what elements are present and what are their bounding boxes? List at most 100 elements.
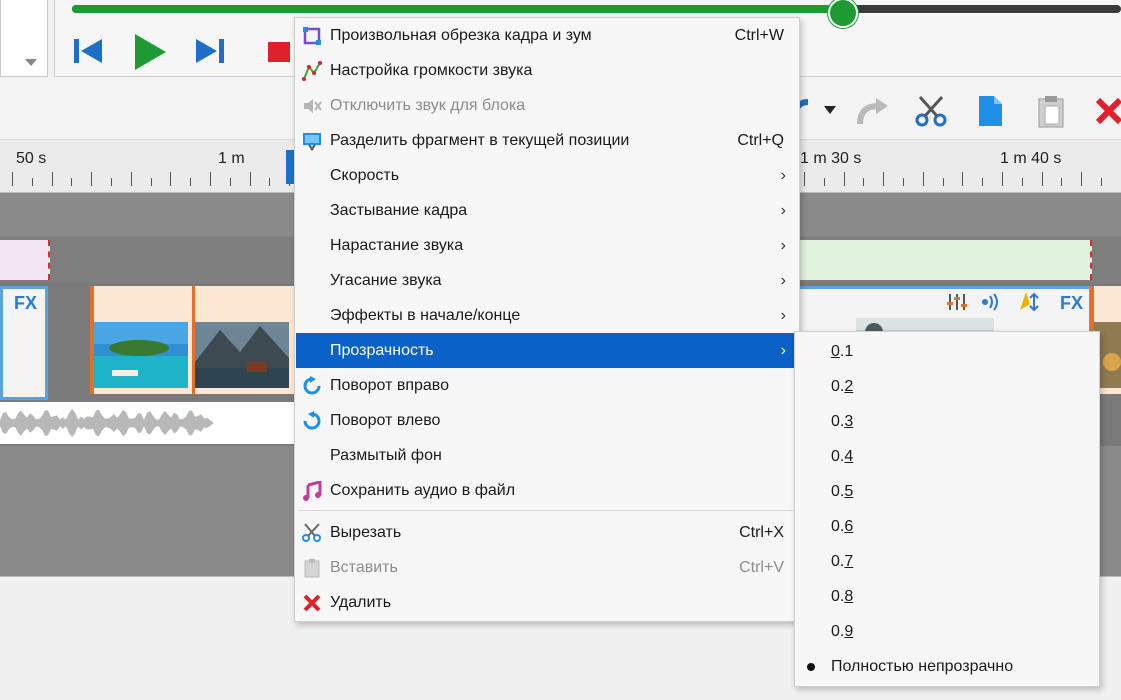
menu-item-freeze-frame[interactable]: Застывание кадра ›	[296, 193, 798, 228]
menu-item-rotate-left[interactable]: Поворот влево	[296, 403, 798, 438]
delete-icon[interactable]	[1094, 96, 1121, 126]
menu-shortcut: Ctrl+V	[739, 559, 784, 576]
menu-item-label: Разделить фрагмент в текущей позиции	[330, 132, 630, 149]
left-dropdown[interactable]	[0, 0, 48, 77]
redo-icon[interactable]	[856, 96, 890, 126]
ruler-tick	[1081, 172, 1083, 186]
menu-item-start-end-effects[interactable]: Эффекты в начале/конце ›	[296, 298, 798, 333]
transparency-submenu: 0.1 0.2 0.3 0.4 0.5 0.6 0.7 0.8 0.9 Полн…	[794, 331, 1100, 687]
audio-waveform-clip[interactable]	[0, 402, 294, 444]
menu-separator	[299, 510, 795, 511]
ruler-tick	[903, 178, 904, 186]
equalizer-icon[interactable]	[946, 292, 968, 312]
previous-frame-icon[interactable]	[72, 36, 106, 66]
chevron-down-icon	[25, 59, 37, 66]
menu-item-label: Настройка громкости звука	[330, 62, 533, 79]
menu-item-save-audio[interactable]: Сохранить аудио в файл	[296, 473, 798, 508]
menu-item-cut[interactable]: Вырезать Ctrl+X	[296, 515, 798, 550]
transparency-option-opaque[interactable]: Полностью непрозрачно	[796, 649, 1098, 684]
ruler-label: 1 m 40 s	[1000, 150, 1062, 167]
transparency-option-0.4[interactable]: 0.4	[796, 439, 1098, 474]
paste-icon[interactable]	[1036, 94, 1066, 128]
transparency-option-0.1[interactable]: 0.1	[796, 334, 1098, 369]
selected-bullet-icon	[807, 663, 815, 671]
menu-item-fade-out[interactable]: Угасание звука ›	[296, 263, 798, 298]
ruler-tick	[804, 172, 805, 186]
ruler-tick	[823, 178, 825, 186]
menu-item-label: Сохранить аудио в файл	[330, 482, 516, 499]
menu-item-label: Скорость	[330, 167, 400, 184]
ruler-label: 1 m	[218, 150, 245, 167]
transparency-option-0.6[interactable]: 0.6	[796, 509, 1098, 544]
ruler-tick	[1041, 172, 1043, 186]
next-frame-icon[interactable]	[192, 36, 226, 66]
menu-item-fade-in[interactable]: Нарастание звука ›	[296, 228, 798, 263]
video-clip[interactable]: FX	[0, 286, 48, 400]
option-label: 0.7	[831, 553, 854, 570]
menu-item-crop-zoom[interactable]: Произвольная обрезка кадра и зум Ctrl+W	[296, 18, 798, 53]
menu-item-label: Застывание кадра	[330, 202, 468, 219]
ruler-tick	[843, 172, 845, 186]
menu-item-blur-background[interactable]: Размытый фон	[296, 438, 798, 473]
menu-item-rotate-right[interactable]: Поворот вправо	[296, 368, 798, 403]
menu-item-label: Вставить	[330, 559, 398, 576]
menu-item-transparency[interactable]: Прозрачность ›	[296, 333, 798, 368]
rotate-right-icon	[303, 376, 321, 395]
menu-item-split[interactable]: Разделить фрагмент в текущей позиции Ctr…	[296, 123, 798, 158]
sound-wave-icon[interactable]	[980, 292, 1002, 312]
submenu-arrow-icon: ›	[780, 237, 786, 254]
play-icon[interactable]	[132, 32, 168, 72]
effects-icon[interactable]	[1016, 290, 1042, 314]
paste-icon	[304, 559, 320, 578]
transparency-option-0.2[interactable]: 0.2	[796, 369, 1098, 404]
thumbnail-mountain-lake	[195, 322, 289, 388]
menu-item-label: Эффекты в начале/конце	[330, 307, 521, 324]
ruler-tick	[249, 172, 251, 186]
menu-item-label: Размытый фон	[330, 447, 442, 464]
playback-progress-fill	[72, 5, 842, 13]
fx-label[interactable]: FX	[14, 293, 37, 314]
audio-clip[interactable]	[0, 240, 50, 280]
option-label: 0.9	[831, 623, 854, 640]
fx-label[interactable]: FX	[1060, 293, 1083, 314]
menu-shortcut: Ctrl+W	[734, 27, 784, 44]
chevron-down-icon[interactable]	[822, 104, 838, 116]
scissors-icon	[302, 523, 321, 542]
transparency-option-0.7[interactable]: 0.7	[796, 544, 1098, 579]
menu-item-delete[interactable]: Удалить	[296, 585, 798, 620]
ruler-tick	[1002, 172, 1003, 186]
menu-item-volume[interactable]: Настройка громкости звука	[296, 53, 798, 88]
ruler-tick	[190, 178, 192, 186]
menu-item-speed[interactable]: Скорость ›	[296, 158, 798, 193]
ruler-tick	[863, 178, 865, 186]
split-icon	[303, 133, 321, 151]
ruler-tick	[982, 178, 984, 186]
ruler-tick	[130, 172, 132, 186]
menu-item-mute[interactable]: Отключить звук для блока	[296, 88, 798, 123]
menu-item-label: Удалить	[330, 594, 392, 611]
stop-icon[interactable]	[266, 40, 292, 64]
delete-icon	[303, 594, 321, 612]
scissors-icon[interactable]	[914, 94, 948, 128]
ruler-tick	[150, 178, 152, 186]
transparency-option-0.5[interactable]: 0.5	[796, 474, 1098, 509]
menu-item-label: Произвольная обрезка кадра и зум	[330, 27, 592, 44]
volume-curve-icon	[302, 61, 322, 81]
menu-item-paste[interactable]: Вставить Ctrl+V	[296, 550, 798, 585]
submenu-arrow-icon: ›	[780, 167, 786, 184]
transparency-option-0.3[interactable]: 0.3	[796, 404, 1098, 439]
ruler-tick	[883, 172, 885, 186]
playhead-marker[interactable]	[286, 150, 294, 184]
thumbnail-tropical-island	[94, 322, 188, 388]
option-label: 0.1	[831, 343, 854, 360]
transparency-option-0.8[interactable]: 0.8	[796, 579, 1098, 614]
option-label: 0.3	[831, 413, 854, 430]
copy-icon[interactable]	[976, 94, 1004, 128]
ruler-tick	[31, 178, 33, 186]
ruler-label: 50 s	[16, 150, 47, 167]
ruler-tick	[1101, 178, 1102, 186]
audio-clip[interactable]	[796, 240, 1092, 280]
menu-item-label: Вырезать	[330, 524, 402, 541]
mute-icon	[304, 99, 322, 113]
transparency-option-0.9[interactable]: 0.9	[796, 614, 1098, 649]
